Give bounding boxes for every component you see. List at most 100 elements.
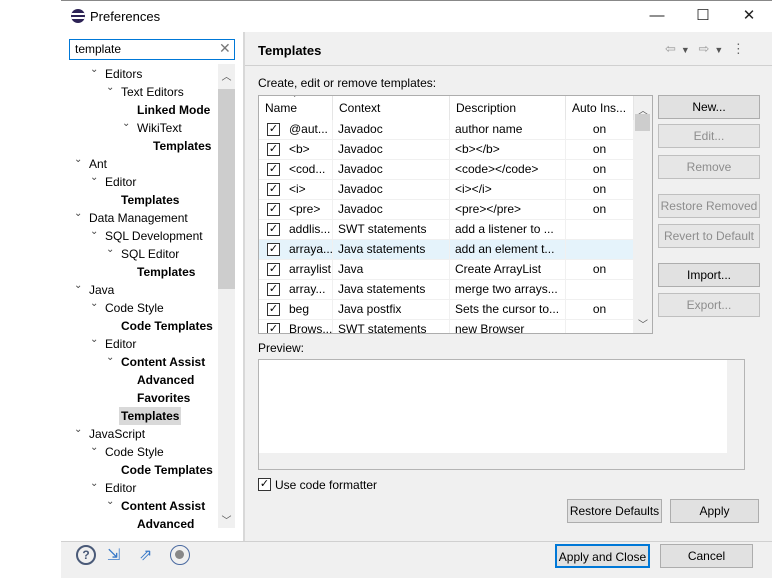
table-row[interactable]: ✓ arraylist Java Create ArrayList on: [259, 260, 634, 280]
apply-and-close-button[interactable]: Apply and Close: [555, 544, 650, 568]
view-menu-icon[interactable]: ⋮: [732, 41, 745, 56]
enable-checkbox[interactable]: ✓: [267, 283, 280, 296]
expand-chevron-icon[interactable]: ⌄: [106, 349, 114, 367]
tree-item[interactable]: Templates: [119, 407, 182, 425]
filter-input[interactable]: template: [69, 39, 235, 60]
clear-filter-icon[interactable]: ✕: [219, 40, 231, 57]
enable-checkbox[interactable]: ✓: [267, 123, 280, 136]
tree-item[interactable]: Advanced: [137, 371, 194, 389]
tree-item[interactable]: Favorites: [137, 389, 190, 407]
tree-item[interactable]: WikiText: [137, 119, 182, 137]
use-code-formatter-label: Use code formatter: [275, 478, 378, 492]
tree-item[interactable]: Content Assist: [121, 353, 205, 371]
enable-checkbox[interactable]: ✓: [267, 203, 280, 216]
scroll-down-icon[interactable]: ﹀: [634, 316, 652, 331]
column-header-auto-insert[interactable]: Auto Ins...: [566, 96, 634, 120]
new-button[interactable]: New...: [658, 95, 760, 119]
enable-checkbox[interactable]: ✓: [267, 163, 280, 176]
enable-checkbox[interactable]: ✓: [267, 263, 280, 276]
preview-vscroll[interactable]: [727, 360, 744, 453]
export-button[interactable]: Export...: [658, 293, 760, 317]
back-menu-icon[interactable]: ▼: [681, 45, 690, 55]
tree-item[interactable]: Advanced: [137, 515, 194, 528]
enable-checkbox[interactable]: ✓: [267, 143, 280, 156]
enable-checkbox[interactable]: ✓: [267, 183, 280, 196]
table-row[interactable]: ✓ @aut... Javadoc author name on: [259, 120, 634, 140]
expand-chevron-icon[interactable]: ⌄: [90, 169, 98, 187]
tree-item[interactable]: Code Style: [105, 443, 164, 461]
tree-item[interactable]: Code Templates: [121, 317, 213, 335]
preview-hscroll[interactable]: [259, 453, 744, 469]
expand-chevron-icon[interactable]: ⌄: [90, 439, 98, 457]
table-scrollbar[interactable]: ︿ ﹀: [634, 96, 652, 333]
import-button[interactable]: Import...: [658, 263, 760, 287]
preview-area[interactable]: [258, 359, 745, 470]
revert-to-default-button[interactable]: Revert to Default: [658, 224, 760, 248]
expand-chevron-icon[interactable]: ⌄: [74, 277, 82, 295]
forward-icon[interactable]: ⇨: [698, 41, 709, 56]
table-row[interactable]: ✓ Brows... SWT statements new Browser: [259, 320, 634, 333]
expand-chevron-icon[interactable]: ⌄: [90, 64, 98, 79]
tree-item[interactable]: Templates: [137, 263, 195, 281]
tree-item[interactable]: SQL Development: [105, 227, 203, 245]
restore-defaults-button[interactable]: Restore Defaults: [567, 499, 662, 523]
tree-item[interactable]: Templates: [121, 191, 179, 209]
table-scroll-thumb[interactable]: [635, 114, 650, 131]
enable-checkbox[interactable]: ✓: [267, 223, 280, 236]
expand-chevron-icon[interactable]: ⌄: [90, 223, 98, 241]
maximize-button[interactable]: ☐: [680, 1, 726, 32]
expand-chevron-icon[interactable]: ⌄: [106, 241, 114, 259]
back-icon[interactable]: ⇦: [665, 41, 676, 56]
remove-button[interactable]: Remove: [658, 155, 760, 179]
column-header-description[interactable]: Description: [450, 96, 566, 120]
tree-scrollbar[interactable]: ︿ ﹀: [218, 64, 235, 528]
table-row[interactable]: ✓ array... Java statements merge two arrays…: [259, 280, 634, 300]
expand-chevron-icon[interactable]: ⌄: [106, 493, 114, 511]
expand-chevron-icon[interactable]: ⌄: [90, 331, 98, 349]
cell-auto: on: [566, 120, 634, 140]
enable-checkbox[interactable]: ✓: [267, 303, 280, 316]
expand-chevron-icon[interactable]: ⌄: [122, 115, 130, 133]
tree-item[interactable]: Code Style: [105, 299, 164, 317]
tree-item[interactable]: Templates: [153, 137, 211, 155]
use-code-formatter-checkbox[interactable]: ✓: [258, 478, 271, 491]
templates-table: Name ˅ Context Description Auto Ins... ✓…: [258, 95, 653, 334]
expand-chevron-icon[interactable]: ⌄: [90, 295, 98, 313]
export-prefs-icon[interactable]: ⇗: [139, 545, 159, 565]
tree-item[interactable]: Text Editors: [121, 83, 184, 101]
tree-item[interactable]: Data Management: [89, 209, 188, 227]
expand-chevron-icon[interactable]: ⌄: [90, 475, 98, 493]
forward-menu-icon[interactable]: ▼: [714, 45, 723, 55]
expand-chevron-icon[interactable]: ⌄: [74, 151, 82, 169]
expand-chevron-icon[interactable]: ⌄: [74, 421, 82, 439]
table-row[interactable]: ✓ <pre> Javadoc <pre></pre> on: [259, 200, 634, 220]
cancel-button[interactable]: Cancel: [660, 544, 753, 568]
edit-button[interactable]: Edit...: [658, 124, 760, 148]
import-prefs-icon[interactable]: ⇲: [107, 545, 127, 565]
oomph-record-icon[interactable]: [170, 545, 190, 565]
table-row[interactable]: ✓ <cod... Javadoc <code></code> on: [259, 160, 634, 180]
table-row[interactable]: ✓ addlis... SWT statements add a listener t…: [259, 220, 634, 240]
table-row[interactable]: ✓ <i> Javadoc <i></i> on: [259, 180, 634, 200]
expand-chevron-icon[interactable]: ⌄: [74, 205, 82, 223]
table-row[interactable]: ✓ arraya... Java statements add an element …: [259, 240, 634, 260]
apply-button[interactable]: Apply: [670, 499, 759, 523]
help-icon[interactable]: ?: [76, 545, 96, 565]
tree-item[interactable]: Editor: [105, 173, 136, 191]
scroll-up-icon[interactable]: ︿: [218, 68, 235, 83]
tree-item[interactable]: Content Assist: [121, 497, 205, 515]
enable-checkbox[interactable]: ✓: [267, 243, 280, 256]
scroll-down-icon[interactable]: ﹀: [218, 512, 235, 527]
minimize-button[interactable]: —: [634, 1, 680, 32]
tree-item[interactable]: Linked Mode: [137, 101, 210, 119]
tree-scroll-thumb[interactable]: [218, 89, 235, 289]
close-button[interactable]: ✕: [726, 1, 772, 32]
column-header-context[interactable]: Context: [333, 96, 450, 120]
tree-item[interactable]: SQL Editor: [121, 245, 179, 263]
enable-checkbox[interactable]: ✓: [267, 323, 280, 333]
tree-item[interactable]: Code Templates: [121, 461, 213, 479]
table-row[interactable]: ✓ <b> Javadoc <b></b> on: [259, 140, 634, 160]
table-row[interactable]: ✓ beg Java postfix Sets the cursor to... on: [259, 300, 634, 320]
restore-removed-button[interactable]: Restore Removed: [658, 194, 760, 218]
expand-chevron-icon[interactable]: ⌄: [106, 79, 114, 97]
